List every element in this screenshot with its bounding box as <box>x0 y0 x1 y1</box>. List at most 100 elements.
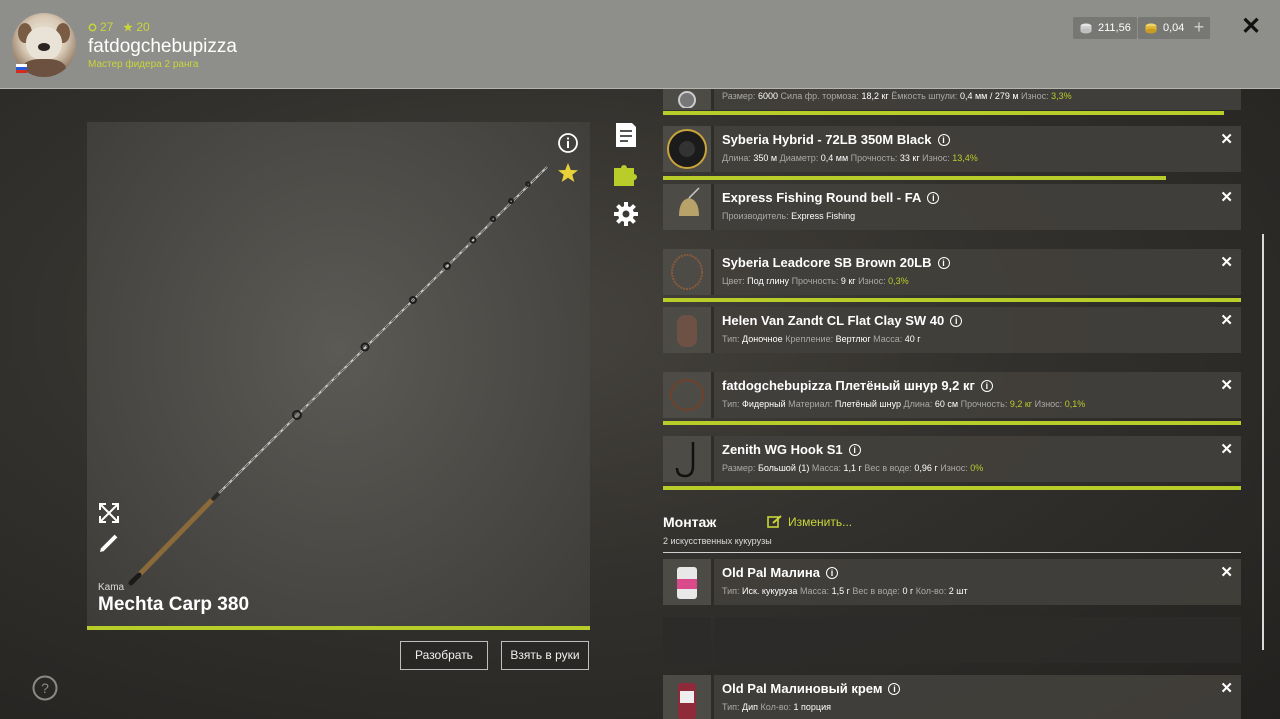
disassemble-button[interactable]: Разобрать <box>400 641 488 670</box>
favorite-star-icon[interactable] <box>557 162 579 184</box>
detail-key: Прочность: <box>960 399 1010 409</box>
leader-thumbnail <box>663 372 711 418</box>
bait-title: Old Pal Малина i <box>722 565 838 580</box>
bait-details: Тип: Иск. кукуруза Масса: 1,5 г Вес в во… <box>722 586 968 596</box>
info-icon[interactable]: i <box>980 379 993 392</box>
rod-brand: Kama <box>98 582 125 593</box>
detail-value: 60 см <box>934 399 959 409</box>
detail-value: 3,3% <box>1051 91 1072 101</box>
rod-name: Mechta Carp 380 <box>98 594 250 615</box>
detail-key: Цвет: <box>722 276 748 286</box>
info-icon[interactable]: i <box>937 133 950 146</box>
help-icon[interactable]: ? <box>32 675 58 701</box>
remove-icon[interactable]: ✕ <box>1220 311 1233 329</box>
detail-key: Износ: <box>1034 399 1065 409</box>
close-button[interactable]: ✕ <box>1240 15 1262 39</box>
document-icon[interactable] <box>612 121 640 149</box>
detail-value: 33 кг <box>899 153 920 163</box>
detail-key: Тип: <box>722 586 743 596</box>
info-icon[interactable]: i <box>848 443 861 456</box>
puzzle-icon[interactable] <box>612 160 640 188</box>
detail-value: 1,5 г <box>831 586 850 596</box>
detail-key: Длина: <box>722 153 754 163</box>
profile-header: 27 20 fatdogchebupizza Мастер фидера 2 р… <box>0 0 1280 89</box>
sinker-item[interactable]: Helen Van Zandt CL Flat Clay SW 40 i Тип:… <box>663 307 1241 353</box>
remove-icon[interactable]: ✕ <box>1220 563 1233 581</box>
dip-thumbnail <box>663 675 711 719</box>
detail-value: Под глину <box>747 276 790 286</box>
username: fatdogchebupizza <box>88 36 237 57</box>
rank-title: Мастер фидера 2 ранга <box>88 59 199 70</box>
info-icon[interactable]: i <box>888 682 901 695</box>
leader-wear-bar <box>663 421 1241 425</box>
bell-icon <box>679 187 700 216</box>
stars-badge: 20 <box>123 20 150 34</box>
pencil-edit-icon[interactable] <box>98 532 120 554</box>
line-item[interactable]: Syberia Hybrid - 72LB 350M Black i Длина:… <box>663 126 1241 172</box>
montage-subtitle: 2 искусственных кукурузы <box>663 536 772 546</box>
gear-icon[interactable] <box>612 200 640 228</box>
take-in-hands-button[interactable]: Взять в руки <box>501 641 589 670</box>
reel-item[interactable]: Размер: 6000 Сила фр. тормоза: 18,2 кг Ё… <box>663 89 1241 110</box>
sinker-details: Тип: Доночное Крепление: Вертлюг Масса: … <box>722 334 921 344</box>
list-scrollbar[interactable] <box>1262 234 1264 650</box>
detail-key: Масса: <box>873 334 905 344</box>
info-icon[interactable]: i <box>825 566 838 579</box>
detail-value: Иск. кукуруза <box>742 586 798 596</box>
bell-item[interactable]: Express Fishing Round bell - FA i Произво… <box>663 184 1241 230</box>
detail-value: 6000 <box>757 91 778 101</box>
remove-icon[interactable]: ✕ <box>1220 376 1233 394</box>
change-montage-link[interactable]: Изменить... <box>767 515 852 529</box>
hook-thumbnail <box>663 436 711 482</box>
detail-value: 9,2 кг <box>1009 399 1033 409</box>
remove-icon[interactable]: ✕ <box>1220 679 1233 697</box>
detail-value: Express Fishing <box>791 211 856 221</box>
hook-title-text: Zenith WG Hook S1 <box>722 442 843 457</box>
detail-key: Износ: <box>858 276 889 286</box>
remove-icon[interactable]: ✕ <box>1220 130 1233 148</box>
hook-icon <box>675 442 695 478</box>
hook-item[interactable]: Zenith WG Hook S1 i Размер: Большой (1) М… <box>663 436 1241 482</box>
detail-value: Фидерный <box>742 399 786 409</box>
sinker-thumbnail <box>663 307 711 353</box>
detail-key: Производитель: <box>722 211 792 221</box>
bell-title: Express Fishing Round bell - FA i <box>722 190 940 205</box>
info-icon[interactable]: i <box>950 314 963 327</box>
leader-item[interactable]: fatdogchebupizza Плетёный шнур 9,2 кг i Т… <box>663 372 1241 418</box>
detail-value: Дип <box>742 702 759 712</box>
info-icon[interactable] <box>557 132 579 154</box>
rod-image[interactable] <box>87 122 590 627</box>
detail-key: Вес в воде: <box>852 586 903 596</box>
detail-key: Масса: <box>811 463 844 473</box>
leader-title: fatdogchebupizza Плетёный шнур 9,2 кг i <box>722 378 993 393</box>
add-currency-button[interactable]: + <box>1188 17 1210 39</box>
detail-value: 0,4 мм <box>820 153 849 163</box>
bait-item[interactable]: Old Pal Малина i Тип: Иск. кукуруза Масса… <box>663 559 1241 605</box>
info-icon[interactable]: i <box>927 191 940 204</box>
empty-slot[interactable] <box>663 617 1241 663</box>
hook-wear-bar <box>663 486 1241 490</box>
fullscreen-expand-icon[interactable] <box>98 502 120 524</box>
dip-bottle-icon <box>678 683 696 719</box>
silver-coins-icon <box>1080 23 1092 34</box>
silver-value: 211,56 <box>1098 22 1131 34</box>
gold-coins-icon <box>1145 23 1157 34</box>
remove-icon[interactable]: ✕ <box>1220 253 1233 271</box>
remove-icon[interactable]: ✕ <box>1220 188 1233 206</box>
detail-key: Крепление: <box>785 334 836 344</box>
detail-value: Доночное <box>742 334 783 344</box>
leadcore-title: Syberia Leadcore SB Brown 20LB i <box>722 255 950 270</box>
info-icon[interactable]: i <box>937 256 950 269</box>
remove-icon[interactable]: ✕ <box>1220 440 1233 458</box>
silver-balance: 211,56 <box>1073 17 1137 39</box>
leadcore-thumbnail <box>663 249 711 295</box>
russia-flag-icon <box>16 64 27 73</box>
dip-item[interactable]: Old Pal Малиновый крем i Тип: Дип Кол-во:… <box>663 675 1241 719</box>
leadcore-item[interactable]: Syberia Leadcore SB Brown 20LB i Цвет: По… <box>663 249 1241 295</box>
detail-key: Длина: <box>903 399 935 409</box>
reel-icon <box>678 91 696 108</box>
leader-details: Тип: Фидерный Материал: Плетёный шнур Дл… <box>722 399 1085 409</box>
detail-key: Износ: <box>940 463 971 473</box>
reel-wear-bar <box>663 111 1224 115</box>
leadcore-details: Цвет: Под глину Прочность: 9 кг Износ: 0… <box>722 276 909 286</box>
